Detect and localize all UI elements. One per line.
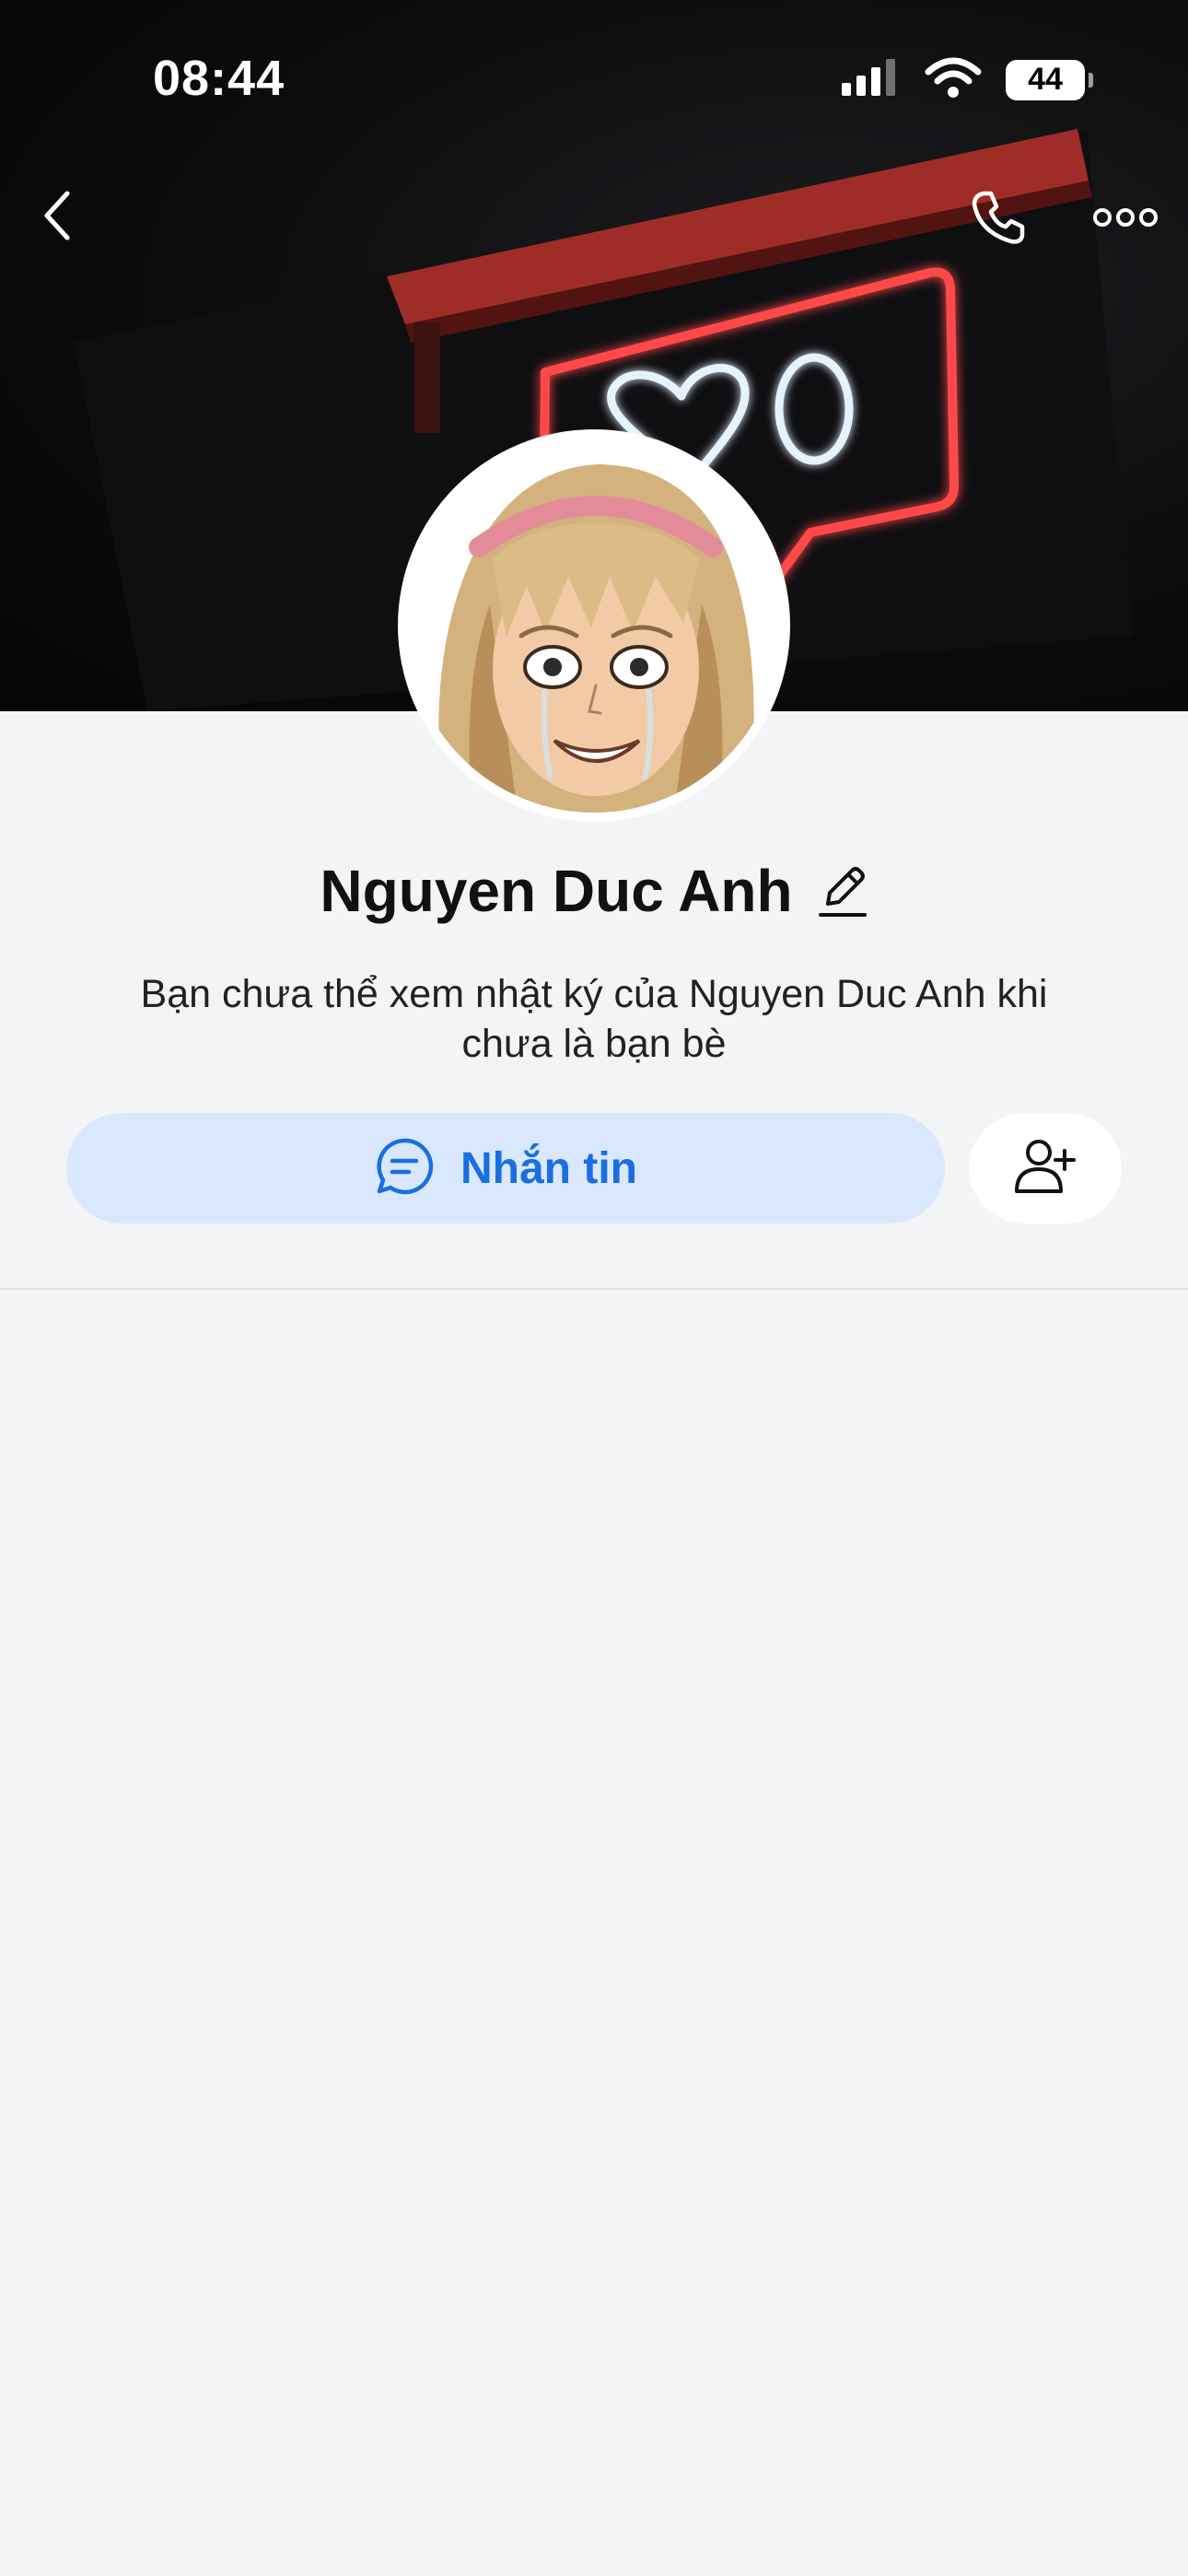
back-button[interactable] [29,181,85,254]
message-button[interactable]: Nhắn tin [66,1113,945,1224]
section-divider [0,1288,1188,1290]
wifi-icon [925,57,982,102]
more-button[interactable] [1083,190,1168,249]
profile-name: Nguyen Duc Anh [320,858,793,924]
avatar[interactable] [407,439,781,813]
pencil-icon[interactable] [815,861,868,920]
avatar-illustration [407,439,781,813]
chevron-left-icon [41,190,73,246]
phone-icon [969,188,1028,252]
status-bar: 08:44 44 [0,0,1188,157]
message-label: Nhắn tin [460,1143,637,1193]
chat-bubble-icon [374,1136,435,1201]
more-horizontal-icon [1093,206,1158,233]
cellular-signal-icon [840,57,901,102]
battery-indicator: 44 [1006,59,1093,100]
profile-name-row: Nguyen Duc Anh [0,857,1188,925]
profile-actions: Nhắn tin [66,1113,1122,1224]
add-user-icon [1013,1138,1077,1200]
privacy-note: Bạn chưa thể xem nhật ký của Nguyen Duc … [140,972,1048,1066]
call-button[interactable] [963,184,1033,254]
add-friend-button[interactable] [969,1113,1122,1224]
status-icons: 44 [840,57,1093,102]
status-time: 08:44 [153,51,285,106]
